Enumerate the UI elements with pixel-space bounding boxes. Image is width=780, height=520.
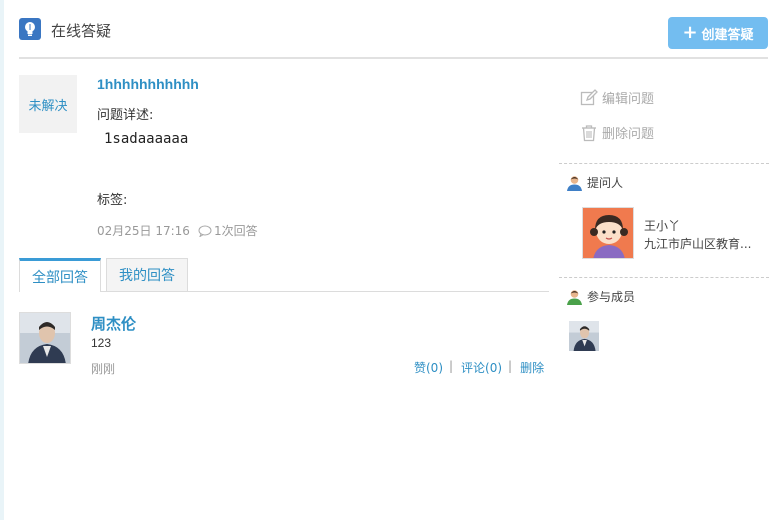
edit-icon — [580, 88, 598, 105]
separator: | — [449, 359, 454, 373]
answer-actions: 赞(0) | 评论(0) | 删除 — [414, 359, 544, 376]
sidebar-divider — [559, 277, 769, 278]
tab-all-answers[interactable]: 全部回答 — [19, 258, 101, 292]
tags-label: 标签: — [97, 193, 128, 208]
tab-my-answers[interactable]: 我的回答 — [106, 258, 188, 292]
header-divider — [19, 57, 768, 59]
answer-count-text: 1次回答 — [214, 224, 258, 238]
trash-icon — [582, 124, 596, 141]
delete-question-label: 删除问题 — [602, 127, 655, 142]
lightbulb-icon — [19, 18, 41, 40]
edit-question-link[interactable]: 编辑问题 — [580, 88, 654, 107]
create-question-label: 创建答疑 — [701, 27, 754, 43]
member-icon — [567, 289, 582, 305]
answerer-avatar[interactable] — [19, 312, 71, 364]
asker-section-title: 提问人 — [566, 174, 623, 191]
question-title[interactable]: 1hhhhhhhhhhh — [97, 76, 199, 92]
question-description: 1sadaaaaaa — [104, 131, 189, 147]
description-label: 问题详述: — [97, 108, 154, 123]
delete-question-link[interactable]: 删除问题 — [580, 123, 654, 142]
asker-section-label: 提问人 — [587, 176, 624, 190]
separator: | — [508, 359, 513, 373]
answer-time: 刚刚 — [91, 362, 116, 376]
members-section-label: 参与成员 — [587, 290, 636, 304]
comment-bubble-icon — [198, 225, 212, 237]
asker-name[interactable]: 王小丫 — [644, 217, 680, 234]
answer-body: 123 — [91, 336, 112, 350]
edit-question-label: 编辑问题 — [602, 92, 655, 107]
delete-answer-button[interactable]: 删除 — [520, 359, 544, 376]
asker-avatar[interactable] — [582, 207, 634, 259]
comment-button[interactable]: 评论(0) — [461, 359, 502, 376]
status-badge: 未解决 — [19, 75, 77, 133]
member-avatar[interactable] — [569, 321, 599, 351]
left-edge-strip — [0, 0, 4, 520]
create-question-button[interactable]: + 创建答疑 — [668, 17, 768, 49]
user-icon — [567, 175, 582, 191]
like-button[interactable]: 赞(0) — [414, 359, 443, 376]
plus-icon: + — [682, 22, 698, 43]
question-date: 02月25日 17:16 — [97, 224, 190, 238]
answerer-name[interactable]: 周杰伦 — [91, 313, 136, 334]
members-section-title: 参与成员 — [566, 288, 635, 305]
sidebar-divider — [559, 163, 769, 164]
asker-organization: 九江市庐山区教育... — [644, 237, 752, 251]
answer-count: 1次回答 — [198, 222, 258, 239]
page-title: 在线答疑 — [51, 22, 112, 40]
